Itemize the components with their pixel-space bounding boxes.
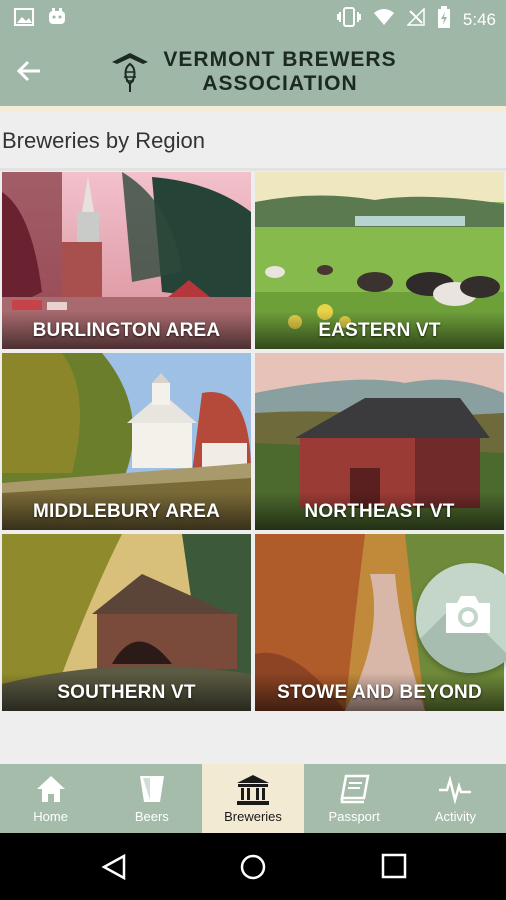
system-home-icon[interactable] [239,853,267,886]
brand-title: VERMONT BREWERS ASSOCIATION [150,48,410,96]
section-divider [0,168,506,171]
brand-line-2: ASSOCIATION [202,72,358,95]
nav-label: Beers [134,809,169,824]
activity-pulse-icon [438,774,472,809]
app-bar-accent-stripe [0,106,506,112]
nav-label: Home [33,809,68,824]
hops-logo-icon [108,50,152,94]
region-label: BURLINGTON AREA [2,311,251,349]
system-navigation-bar [0,833,506,900]
region-tile-middlebury[interactable]: MIDDLEBURY AREA [2,353,251,530]
region-tile-burlington[interactable]: BURLINGTON AREA [2,172,251,349]
status-time: 5:46 [462,9,496,29]
region-label: NORTHEAST VT [255,492,504,530]
region-tile-southern-vt[interactable]: SOUTHERN VT [2,534,251,711]
region-tile-northeast-vt[interactable]: NORTHEAST VT [255,353,504,530]
nav-label: Breweries [224,809,282,824]
region-label: SOUTHERN VT [2,673,251,711]
nav-beers[interactable]: Beers [101,764,202,833]
nav-home[interactable]: Home [0,764,101,833]
back-button[interactable] [14,56,54,88]
beer-glass-icon [137,774,167,809]
bottom-navigation: Home Beers Breweries Passport Activity [0,764,506,833]
system-back-icon[interactable] [100,853,128,886]
nav-label: Passport [328,809,380,824]
region-label: EASTERN VT [255,311,504,349]
battery-charging-icon [437,6,451,33]
brand-line-1: VERMONT BREWERS [163,48,397,71]
nav-breweries[interactable]: Breweries [202,764,304,833]
wifi-icon [373,8,395,31]
vibrate-icon [336,7,361,32]
nav-passport[interactable]: Passport [304,764,405,833]
region-label: STOWE AND BEYOND [255,673,504,711]
app-bar: VERMONT BREWERS ASSOCIATION [0,36,506,106]
status-bar: 5:46 [0,0,506,36]
home-icon [35,774,67,809]
arrow-back-icon [14,60,44,90]
notification-app-icon [48,8,66,31]
building-icon [236,774,270,811]
region-tile-eastern-vt[interactable]: EASTERN VT [255,172,504,349]
section-title: Breweries by Region [2,128,205,153]
nav-activity[interactable]: Activity [405,764,506,833]
image-icon [14,8,34,31]
no-signal-icon [406,7,425,31]
nav-label: Activity [434,809,476,824]
region-label: MIDDLEBURY AREA [2,492,251,530]
system-recents-icon[interactable] [381,853,407,884]
passport-book-icon [338,774,370,809]
